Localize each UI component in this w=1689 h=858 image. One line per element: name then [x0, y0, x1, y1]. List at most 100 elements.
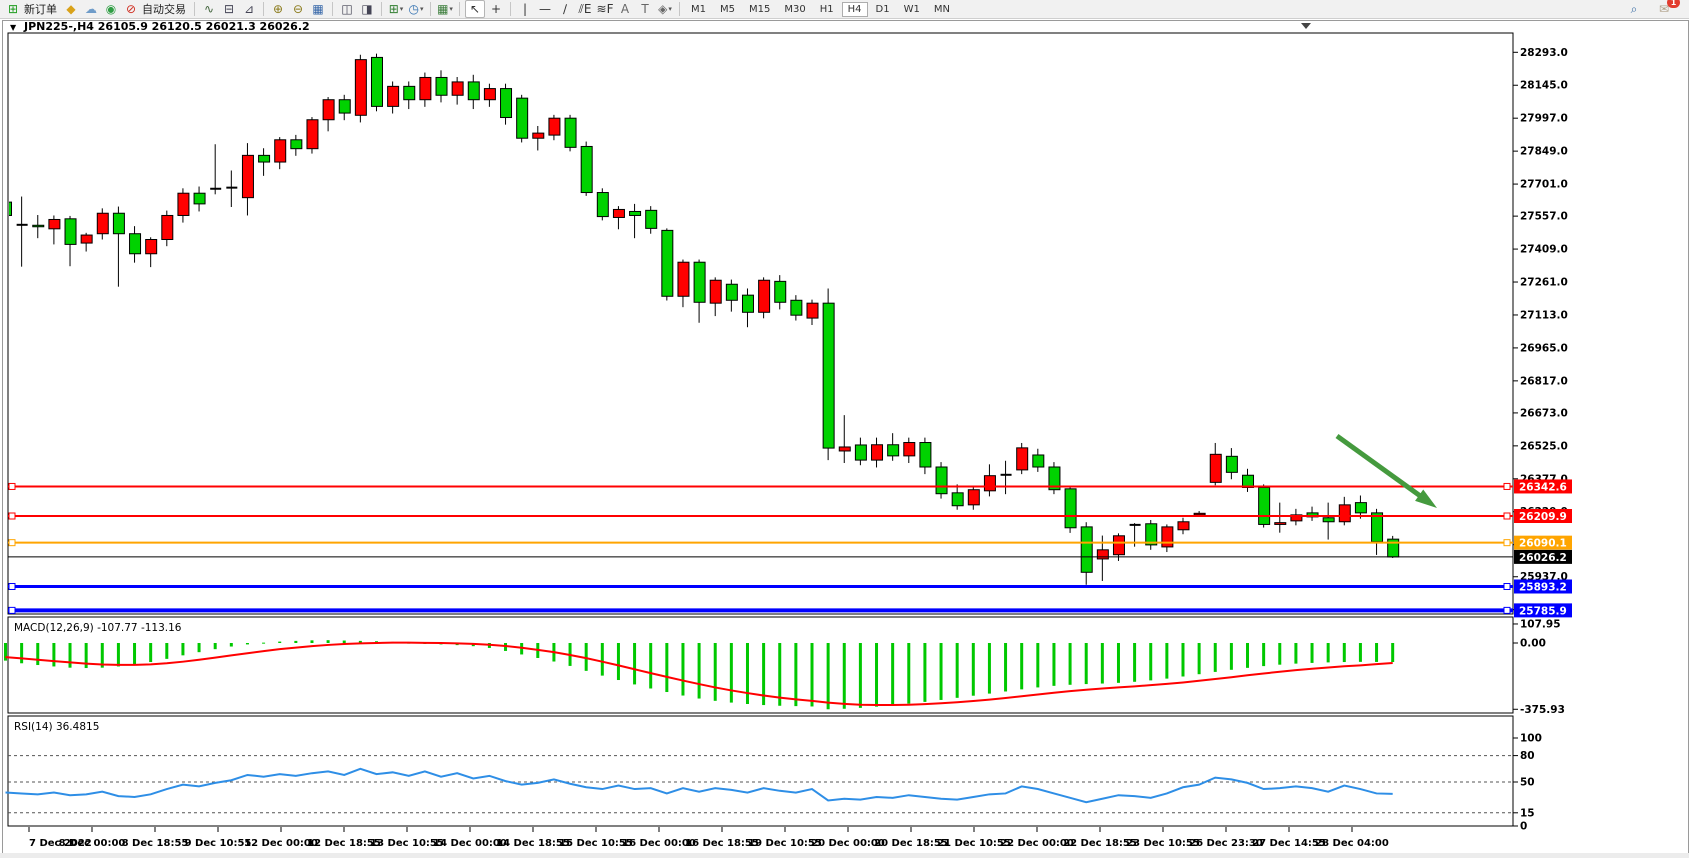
macd-bar — [246, 643, 249, 644]
new-chart-button[interactable]: ⊞▾ — [387, 1, 405, 17]
price-tick-label: 27701.0 — [1520, 179, 1568, 191]
timeframe-h4[interactable]: H4 — [842, 2, 868, 17]
crosshair-button[interactable]: + — [487, 1, 505, 17]
macd-bar — [1149, 643, 1152, 680]
bear-candle — [194, 193, 205, 204]
cascade-windows-icon: ◨ — [361, 1, 372, 17]
macd-bar — [698, 643, 701, 699]
trendline-icon: ∕ — [563, 1, 567, 17]
cursor-icon: ↖ — [470, 1, 480, 17]
collapse-triangle-icon[interactable]: ▼ — [10, 23, 17, 32]
community-button[interactable]: ☁ — [82, 1, 100, 17]
arrange-windows-icon: ◫ — [341, 1, 352, 17]
timeframe-m15[interactable]: M15 — [743, 2, 776, 17]
macd-bar — [278, 642, 281, 643]
horizontal-line-button[interactable]: — — [536, 1, 554, 17]
arrange-windows-button[interactable]: ◫ — [338, 1, 356, 17]
line-endpoint-marker — [9, 583, 15, 589]
bear-candle — [694, 262, 705, 302]
vertical-line-button[interactable]: | — [516, 1, 534, 17]
zoom-in-button[interactable]: ⊕ — [269, 1, 287, 17]
metaeditor-button[interactable]: ◆ — [62, 1, 80, 17]
macd-bar — [940, 643, 943, 700]
line-endpoint-marker — [9, 540, 15, 546]
rsi-tick-label: 80 — [1520, 750, 1535, 762]
add-indicator-button[interactable]: ∿ — [200, 1, 218, 17]
trendline-button[interactable]: ∕ — [556, 1, 574, 17]
timeframe-w1[interactable]: W1 — [898, 2, 926, 17]
cascade-windows-button[interactable]: ◨ — [358, 1, 376, 17]
text-label-icon: T — [641, 1, 648, 17]
line-endpoint-marker — [1504, 540, 1510, 546]
price-tick-label: 27849.0 — [1520, 146, 1568, 158]
bear-candle — [517, 98, 528, 138]
timeframe-mn[interactable]: MN — [928, 2, 956, 17]
bear-candle — [1323, 518, 1334, 522]
macd-bar — [36, 643, 39, 665]
macd-bar — [1278, 643, 1281, 665]
timeframe-d1[interactable]: D1 — [870, 2, 896, 17]
timeframe-m1[interactable]: M1 — [685, 2, 712, 17]
equidistant-channel-button[interactable]: ⫽E — [576, 1, 594, 17]
bull-candle — [242, 155, 253, 197]
macd-bar — [1198, 643, 1201, 674]
bull-candle — [49, 219, 60, 228]
price-tag-label: 25785.9 — [1519, 605, 1567, 617]
auto-trading-button[interactable]: ⊘ — [122, 1, 140, 17]
signals-button[interactable]: ◉ — [102, 1, 120, 17]
tile-windows-button[interactable]: ▦ — [309, 1, 327, 17]
line-endpoint-marker — [1504, 583, 1510, 589]
text-button[interactable]: A — [616, 1, 634, 17]
macd-bar — [343, 641, 346, 643]
price-tick-label: 26965.0 — [1520, 342, 1568, 354]
bull-candle — [710, 280, 721, 303]
timeframe-m30[interactable]: M30 — [778, 2, 811, 17]
macd-bar — [1085, 643, 1088, 684]
macd-tick-label: 107.95 — [1520, 618, 1561, 630]
shapes-button[interactable]: ◈▾ — [656, 1, 674, 17]
objects-list-icon: ⊿ — [244, 1, 254, 17]
search-button[interactable]: ⌕ — [1625, 1, 1643, 17]
timeframe-m5[interactable]: M5 — [714, 2, 741, 17]
time-axis: 7 Dec 20228 Dec 00:008 Dec 18:559 Dec 10… — [29, 827, 1389, 849]
indicator-windows-button[interactable]: ⊟ — [220, 1, 238, 17]
macd-bar — [778, 643, 781, 706]
new-order-button[interactable]: ⊞ — [4, 1, 22, 17]
window-bottom-edge — [0, 853, 1689, 858]
alerts-button[interactable]: ✉1 — [1655, 1, 1673, 17]
metaeditor-icon: ◆ — [66, 1, 75, 17]
price-chart[interactable]: 28293.028145.027997.027849.027701.027557… — [0, 0, 1689, 858]
price-tick-label: 26525.0 — [1520, 440, 1568, 452]
zoom-out-button[interactable]: ⊖ — [289, 1, 307, 17]
bull-candle — [613, 209, 624, 217]
macd-bar — [117, 643, 120, 666]
bull-candle — [549, 118, 560, 135]
line-endpoint-marker — [1504, 483, 1510, 489]
fibonacci-button[interactable]: ≋F — [596, 1, 614, 17]
zoom-in-icon: ⊕ — [273, 1, 283, 17]
rsi-tick-label: 15 — [1520, 807, 1535, 819]
macd-bar — [327, 640, 330, 643]
macd-bar — [681, 643, 684, 696]
objects-list-button[interactable]: ⊿ — [240, 1, 258, 17]
text-label-button[interactable]: T — [636, 1, 654, 17]
price-tick-label: 26817.0 — [1520, 375, 1568, 387]
toolbar: ⊞新订单◆☁◉⊘自动交易∿⊟⊿⊕⊖▦◫◨⊞▾◷▾▦▾↖+|—∕⫽E≋FAT◈▾ … — [0, 0, 1689, 19]
period-clock-button[interactable]: ◷▾ — [407, 1, 425, 17]
macd-bar — [633, 643, 636, 684]
macd-bar — [794, 643, 797, 706]
macd-bar — [1214, 643, 1217, 672]
price-tag-label: 25893.2 — [1519, 581, 1567, 593]
mt4-terminal-window: ⊞新订单◆☁◉⊘自动交易∿⊟⊿⊕⊖▦◫◨⊞▾◷▾▦▾↖+|—∕⫽E≋FAT◈▾ … — [0, 0, 1689, 858]
macd-bar — [1052, 643, 1055, 686]
macd-bar — [956, 643, 959, 698]
macd-bar — [1391, 643, 1394, 662]
chart-type-button[interactable]: ▦▾ — [436, 1, 454, 17]
equidistant-channel-icon: ⫽E — [579, 1, 592, 17]
text-icon: A — [621, 1, 629, 17]
bear-candle — [662, 230, 673, 296]
toolbar-separator — [510, 2, 511, 16]
cursor-button[interactable]: ↖ — [465, 0, 485, 18]
timeframe-h1[interactable]: H1 — [814, 2, 840, 17]
price-tag-label: 26026.2 — [1519, 552, 1567, 564]
